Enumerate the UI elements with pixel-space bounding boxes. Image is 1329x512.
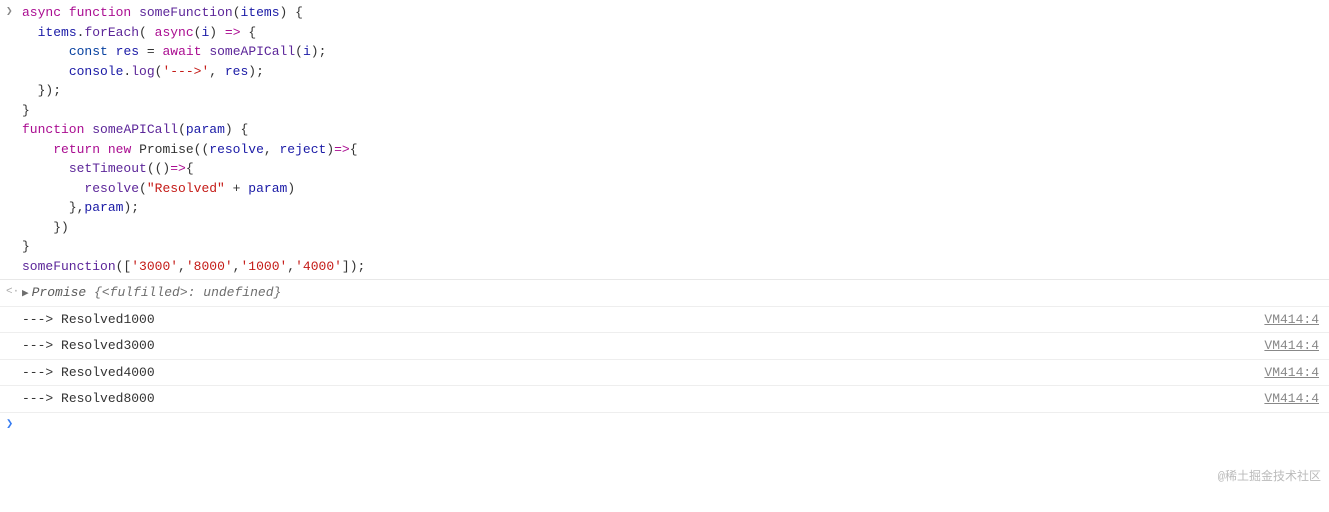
log-arrow: ---> (22, 338, 53, 353)
arr-1: '8000' (186, 259, 233, 274)
param-items: items (241, 5, 280, 20)
call-someAPICall: someAPICall (209, 44, 295, 59)
log-text: Resolved8000 (61, 391, 155, 406)
source-link[interactable]: VM414:4 (1264, 310, 1329, 330)
console-prompt-row[interactable]: ❯ (0, 413, 1329, 435)
fn-someFunction: someFunction (139, 5, 233, 20)
param-param: param (186, 122, 225, 137)
log-gutter (0, 362, 22, 384)
log-text: Resolved3000 (61, 338, 155, 353)
log-arrow: ---> (22, 391, 53, 406)
log-gutter (0, 335, 22, 357)
var-items: items (38, 25, 77, 40)
console-return-row: <· ▶Promise {<fulfilled>: undefined} (0, 280, 1329, 307)
kw-return: return (53, 142, 100, 157)
console-input-row: ❯ async function someFunction(items) { i… (0, 0, 1329, 280)
kw-await: await (162, 44, 201, 59)
arr-2: '1000' (240, 259, 287, 274)
input-chevron-icon: ❯ (0, 2, 22, 277)
prompt-input[interactable] (22, 415, 1329, 433)
str-arrow: '--->' (162, 64, 209, 79)
console-log-row: ---> Resolved8000 VM414:4 (0, 386, 1329, 413)
source-link[interactable]: VM414:4 (1264, 363, 1329, 383)
log-arrow: ---> (22, 312, 53, 327)
console-obj: console (69, 64, 124, 79)
console-log-row: ---> Resolved1000 VM414:4 (0, 307, 1329, 334)
output-chevron-icon: <· (0, 282, 22, 304)
console-log-row: ---> Resolved4000 VM414:4 (0, 360, 1329, 387)
expand-triangle-icon[interactable]: ▶ (22, 286, 29, 303)
return-content[interactable]: ▶Promise {<fulfilled>: undefined} (22, 282, 1329, 304)
call-someFunction: someFunction (22, 259, 116, 274)
source-link[interactable]: VM414:4 (1264, 336, 1329, 356)
fn-someAPICall: someAPICall (92, 122, 178, 137)
log-gutter (0, 309, 22, 331)
kw-async2: async (155, 25, 194, 40)
var-param: param (248, 181, 287, 196)
kw-function: function (69, 5, 131, 20)
promise-state: <fulfilled> (102, 285, 188, 300)
watermark: @稀土掘金技术社区 (1218, 468, 1321, 486)
arg-param: param (84, 200, 123, 215)
source-link[interactable]: VM414:4 (1264, 389, 1329, 409)
var-res: res (116, 44, 139, 59)
prompt-chevron-icon: ❯ (0, 415, 22, 433)
kw-async: async (22, 5, 61, 20)
log-arrow: ---> (22, 365, 53, 380)
kw-const: const (69, 44, 108, 59)
arg-i: i (303, 44, 311, 59)
kw-new: new (108, 142, 131, 157)
str-Resolved: "Resolved" (147, 181, 225, 196)
arr-3: '4000' (295, 259, 342, 274)
promise-type: Promise (32, 285, 87, 300)
code-content[interactable]: async function someFunction(items) { ite… (22, 2, 1329, 277)
method-forEach: forEach (84, 25, 139, 40)
log-gutter (0, 388, 22, 410)
log-text: Resolved4000 (61, 365, 155, 380)
kw-function2: function (22, 122, 84, 137)
Promise-ctor: Promise (139, 142, 194, 157)
param-resolve: resolve (209, 142, 264, 157)
fn-setTimeout: setTimeout (69, 161, 147, 176)
console-log-row: ---> Resolved3000 VM414:4 (0, 333, 1329, 360)
arr-0: '3000' (131, 259, 178, 274)
call-resolve: resolve (84, 181, 139, 196)
log-text: Resolved1000 (61, 312, 155, 327)
promise-value: undefined (203, 285, 273, 300)
param-reject: reject (280, 142, 327, 157)
method-log: log (131, 64, 154, 79)
arg-res: res (225, 64, 248, 79)
